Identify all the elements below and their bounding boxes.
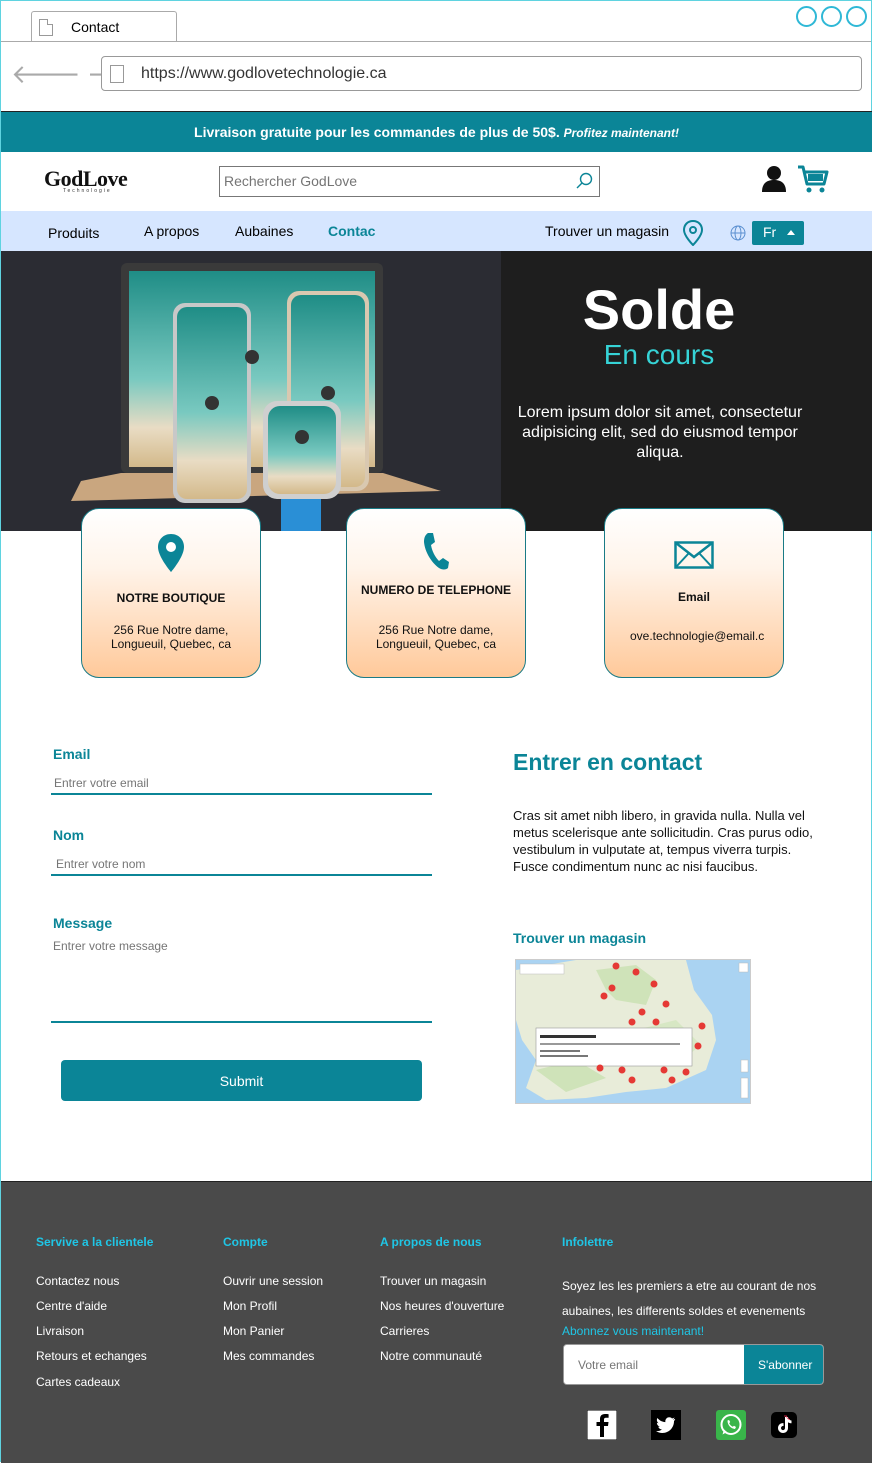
- location-pin-icon: [158, 534, 184, 572]
- footer-heading: A propos de nous: [380, 1235, 482, 1249]
- tab-label: Contact: [71, 19, 120, 35]
- name-field[interactable]: [51, 854, 432, 876]
- email-card: Email ove.technologie@email.c: [604, 508, 784, 678]
- name-label: Nom: [53, 827, 85, 843]
- site-header: GodLove Technologie: [1, 152, 872, 211]
- phone-card: NUMERO DE TELEPHONE 256 Rue Notre dame, …: [346, 508, 526, 678]
- page-icon: [39, 19, 53, 36]
- page-frame: Contact 🡐 🡒 ↻ https://www.godlovetechnol…: [0, 0, 872, 1463]
- subscribe-button[interactable]: S'abonner: [744, 1345, 823, 1384]
- submit-button[interactable]: Submit: [61, 1060, 422, 1101]
- nav-item-produits[interactable]: Produits: [48, 225, 99, 241]
- message-field[interactable]: [51, 937, 432, 1023]
- map-illustration: [516, 960, 750, 1103]
- newsletter-form: S'abonner: [563, 1344, 824, 1385]
- caret-up-icon: [787, 230, 795, 235]
- location-pin-icon[interactable]: [682, 220, 704, 246]
- footer-link[interactable]: Carrieres: [380, 1324, 429, 1338]
- contact-title: Entrer en contact: [513, 749, 703, 775]
- footer-link[interactable]: Ouvrir une session: [223, 1274, 323, 1288]
- user-icon[interactable]: [761, 165, 787, 193]
- email-label: Email: [53, 746, 91, 762]
- nav-item-a-propos[interactable]: A propos: [144, 223, 199, 239]
- main-nav: Produits A propos Aubaines Contac Trouve…: [1, 211, 872, 251]
- maximize-button[interactable]: [821, 6, 842, 27]
- url-bar[interactable]: https://www.godlovetechnologie.ca: [101, 56, 862, 91]
- message-label: Message: [53, 915, 113, 931]
- footer-link[interactable]: Cartes cadeaux: [36, 1375, 120, 1389]
- footer-link[interactable]: Mon Profil: [223, 1299, 277, 1313]
- footer-heading: Compte: [223, 1235, 268, 1249]
- devices-illustration: [1, 251, 501, 531]
- language-select[interactable]: Fr: [752, 221, 804, 245]
- card-title: NUMERO DE TELEPHONE: [360, 583, 511, 597]
- logo-subtitle: Technologie: [63, 188, 112, 194]
- card-title: NOTRE BOUTIQUE: [116, 591, 226, 605]
- store-map[interactable]: [515, 959, 751, 1104]
- minimize-button[interactable]: [796, 6, 817, 27]
- close-button[interactable]: [846, 6, 867, 27]
- hero-subtitle: En cours: [603, 339, 715, 370]
- phone-icon: [424, 533, 449, 570]
- tiktok-icon[interactable]: [771, 1412, 797, 1438]
- search-box: [219, 166, 600, 197]
- hero-product-image: [1, 251, 501, 531]
- search-icon[interactable]: [575, 172, 593, 190]
- browser-tab[interactable]: Contact: [31, 11, 177, 42]
- promo-text: Livraison gratuite pour les commandes de…: [194, 124, 560, 140]
- footer-link[interactable]: Nos heures d'ouverture: [380, 1299, 504, 1313]
- window-controls: [796, 6, 867, 27]
- card-text: 256 Rue Notre dame, Longueuil, Quebec, c…: [375, 623, 497, 651]
- globe-icon: [730, 225, 746, 241]
- envelope-icon: [674, 541, 714, 569]
- card-title: Email: [677, 590, 710, 604]
- browser-chrome: Contact 🡐 🡒 ↻ https://www.godlovetechnol…: [1, 1, 871, 111]
- hero-text: Lorem ipsum dolor sit amet, consectetur …: [517, 404, 803, 461]
- search-input[interactable]: [224, 173, 564, 189]
- twitter-icon[interactable]: [651, 1410, 681, 1440]
- footer-link[interactable]: Mon Panier: [223, 1324, 284, 1338]
- hero-banner: Solde En cours Lorem ipsum dolor sit ame…: [1, 251, 872, 531]
- language-value: Fr: [763, 224, 777, 240]
- nav-item-aubaines[interactable]: Aubaines: [235, 223, 293, 239]
- page-icon: [110, 65, 124, 83]
- card-text: 256 Rue Notre dame, Longueuil, Quebec, c…: [110, 623, 232, 651]
- url-text: https://www.godlovetechnologie.ca: [141, 65, 387, 82]
- facebook-icon[interactable]: [587, 1410, 617, 1440]
- contact-text: Cras sit amet nibh libero, in gravida nu…: [513, 808, 813, 874]
- store-finder-title: Trouver un magasin: [513, 930, 647, 946]
- footer-link[interactable]: Mes commandes: [223, 1349, 314, 1363]
- back-arrow-icon[interactable]: 🡐: [11, 61, 81, 87]
- whatsapp-icon[interactable]: [716, 1410, 746, 1440]
- newsletter-text: Soyez les les premiers a etre au courant…: [562, 1279, 817, 1318]
- footer-link[interactable]: Trouver un magasin: [380, 1274, 486, 1288]
- footer-link[interactable]: Centre d'aide: [36, 1299, 107, 1313]
- newsletter-email-input[interactable]: [564, 1345, 744, 1384]
- cart-icon[interactable]: [797, 164, 829, 194]
- footer-heading: Servive a la clientele: [36, 1235, 154, 1249]
- promo-banner: Livraison gratuite pour les commandes de…: [1, 111, 872, 152]
- email-field[interactable]: [51, 773, 432, 795]
- store-card: NOTRE BOUTIQUE 256 Rue Notre dame, Longu…: [81, 508, 261, 678]
- store-finder-link[interactable]: Trouver un magasin: [545, 223, 669, 239]
- footer-link[interactable]: Livraison: [36, 1324, 84, 1338]
- newsletter-link[interactable]: Abonnez vous maintenant!: [562, 1324, 704, 1338]
- footer-link[interactable]: Retours et echanges: [36, 1349, 147, 1363]
- nav-item-contact[interactable]: Contac: [328, 223, 375, 239]
- card-text: ove.technologie@email.c: [630, 629, 765, 643]
- promo-cta[interactable]: Profitez maintenant!: [564, 126, 679, 140]
- footer-link[interactable]: Notre communauté: [380, 1349, 482, 1363]
- footer-link[interactable]: Contactez nous: [36, 1274, 119, 1288]
- hero-title: Solde: [582, 278, 736, 341]
- site-footer: Servive a la clientele Contactez nous Ce…: [1, 1181, 872, 1463]
- footer-heading: Infolettre: [562, 1235, 614, 1249]
- tab-divider: [1, 41, 871, 42]
